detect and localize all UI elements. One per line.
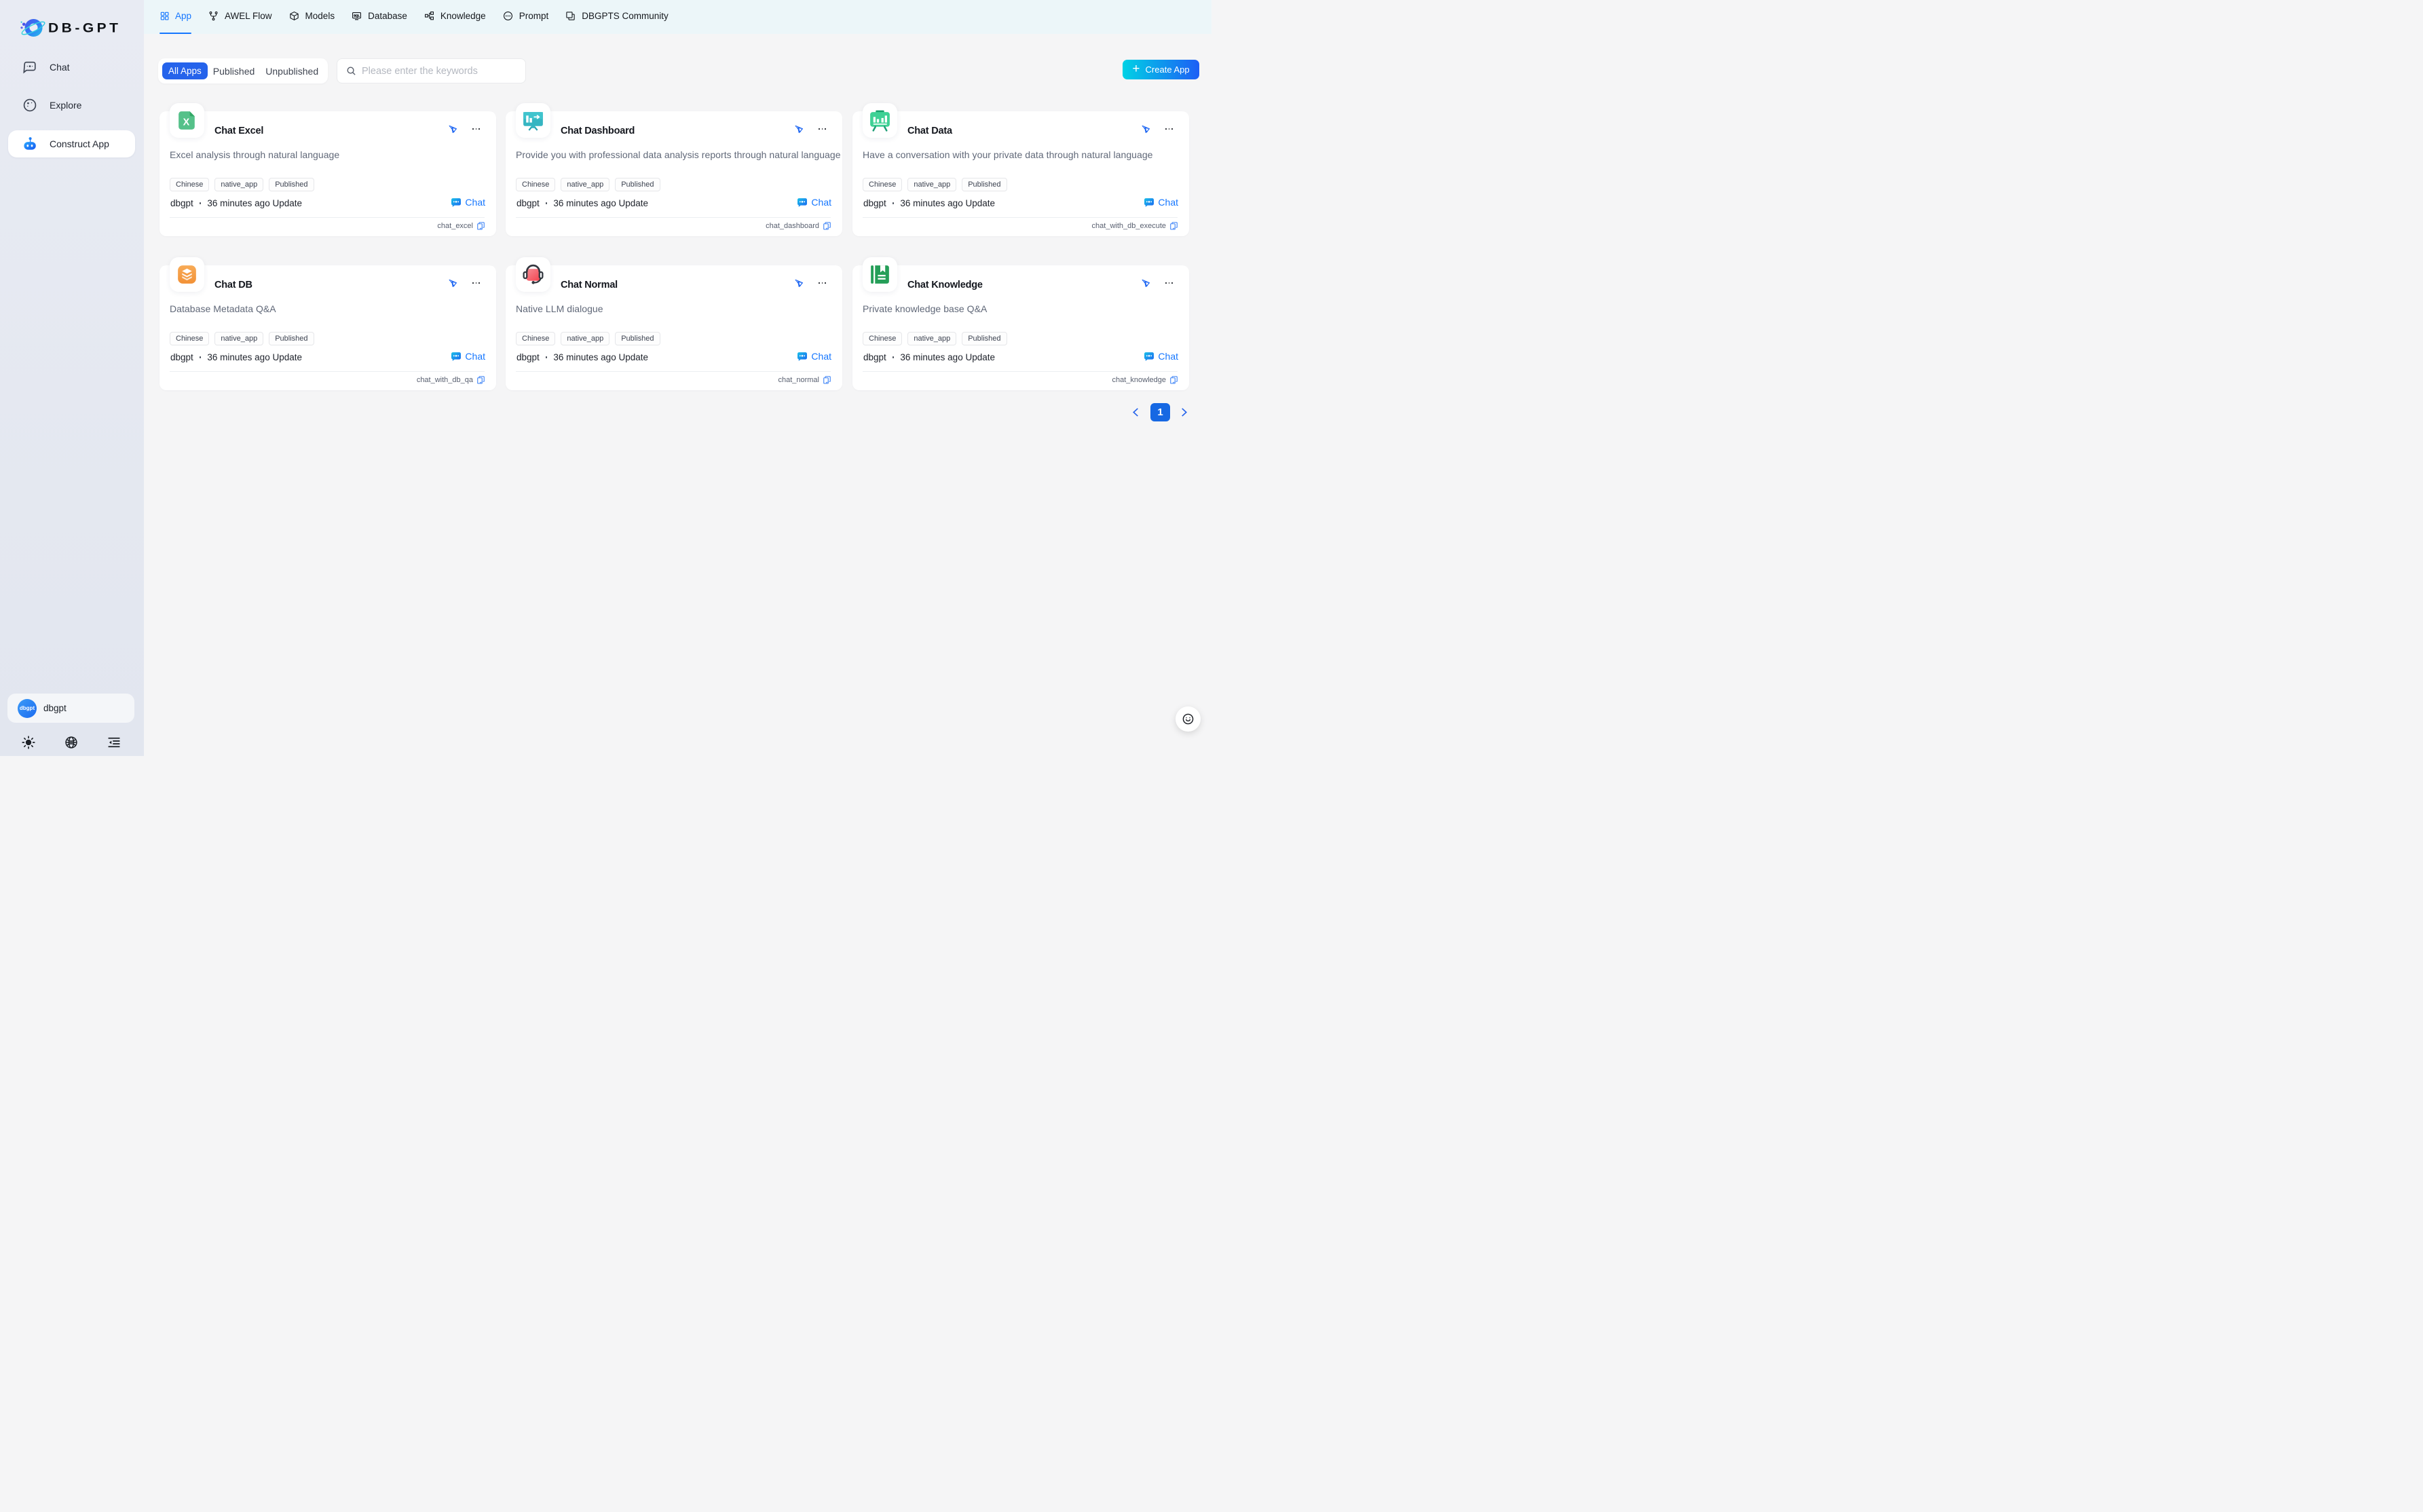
svg-text:X: X xyxy=(183,117,190,128)
svg-text:SQL: SQL xyxy=(354,14,360,17)
